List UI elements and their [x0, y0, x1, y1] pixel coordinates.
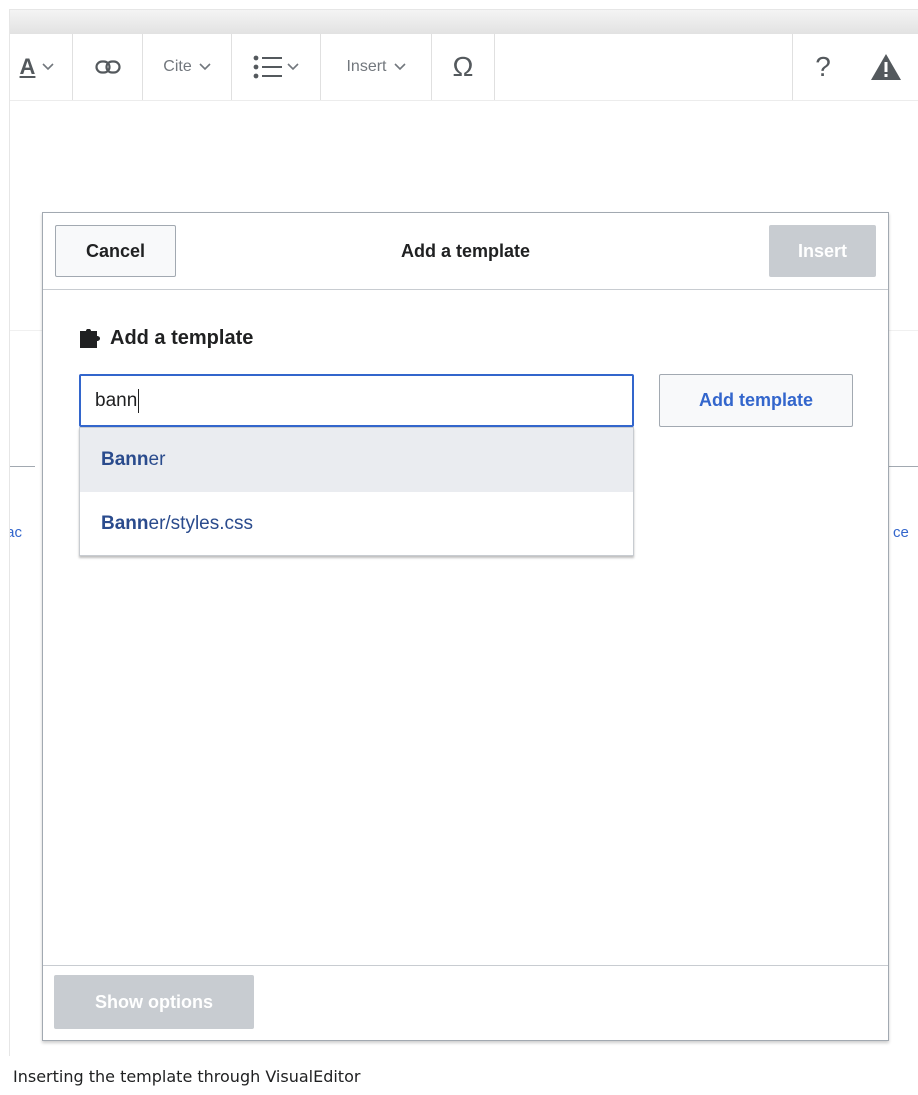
- editor-toolbar: A Cite Insert Ω ?: [10, 34, 918, 101]
- list-menu[interactable]: [232, 34, 320, 100]
- link-button[interactable]: [73, 34, 142, 100]
- dialog-header: Add a template Cancel Insert: [43, 213, 888, 290]
- chevron-down-icon: [42, 63, 55, 71]
- insert-button[interactable]: Insert: [769, 225, 876, 277]
- search-value: bann: [95, 389, 138, 411]
- background-link-left: /ac: [10, 524, 23, 541]
- help-icon: ?: [815, 51, 831, 82]
- suggestion-match: Bann: [101, 449, 149, 470]
- text-style-icon: A: [19, 54, 36, 79]
- suggestion-rest: er: [148, 449, 166, 470]
- background-divider-left: [10, 466, 35, 467]
- add-template-button[interactable]: Add template: [659, 374, 853, 427]
- puzzle-icon: [80, 328, 100, 348]
- dialog-footer: Show options: [43, 965, 888, 1041]
- text-caret: [138, 388, 140, 413]
- background-divider-right: [888, 466, 918, 467]
- add-template-dialog: Add a template Cancel Insert Add a templ…: [42, 212, 889, 1041]
- special-character-button[interactable]: Ω: [432, 34, 494, 100]
- background-link-right: ce: [893, 524, 909, 541]
- cite-menu[interactable]: Cite: [143, 34, 231, 100]
- list-icon: [253, 55, 282, 79]
- chevron-down-icon: [393, 63, 406, 71]
- suggestion-item[interactable]: Bann er: [80, 428, 633, 492]
- special-character-icon: Ω: [452, 51, 474, 82]
- suggestion-match: Bann: [101, 513, 149, 534]
- notices-button[interactable]: [853, 34, 918, 100]
- chevron-down-icon: [199, 63, 211, 71]
- link-icon: [94, 60, 121, 74]
- insert-label: Insert: [346, 58, 387, 75]
- cite-label: Cite: [163, 58, 192, 75]
- help-button[interactable]: ?: [793, 34, 853, 100]
- insert-menu[interactable]: Insert: [321, 34, 431, 100]
- suggestions-menu: Bann er Bann er/styles.css: [79, 427, 634, 556]
- section-label: Add a template: [80, 327, 253, 350]
- show-options-button[interactable]: Show options: [54, 975, 254, 1029]
- suggestion-rest: er/styles.css: [148, 513, 254, 534]
- section-label-text: Add a template: [110, 327, 254, 349]
- figure-caption: Inserting the template through VisualEdi…: [13, 1067, 361, 1086]
- editor-frame: A Cite Insert Ω ? c ce Add a template Ca…: [9, 9, 918, 1056]
- cancel-button[interactable]: Cancel: [55, 225, 176, 277]
- warning-icon: [871, 54, 901, 80]
- chevron-down-icon: [287, 63, 299, 71]
- toolbar-shadow: [10, 10, 918, 34]
- text-style-menu[interactable]: A: [10, 34, 72, 100]
- template-search-input[interactable]: bann: [79, 374, 634, 427]
- suggestion-item[interactable]: Bann er/styles.css: [80, 492, 633, 556]
